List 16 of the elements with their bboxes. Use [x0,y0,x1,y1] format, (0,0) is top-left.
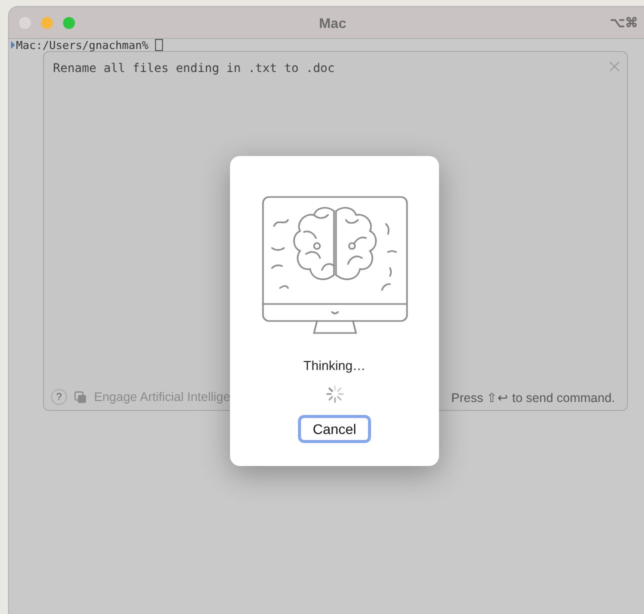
cancel-button[interactable]: Cancel [298,415,372,443]
window-shortcut: ⌥⌘ [610,15,638,30]
command-text[interactable]: Rename all files ending in .txt to .doc [53,61,335,75]
minimize-window-button[interactable] [41,16,53,28]
send-hint: Press ⇧↩ to send command. [451,390,615,404]
window-title: Mac [319,14,346,30]
ai-toggle-icon[interactable] [74,390,87,404]
close-icon[interactable] [609,61,620,72]
help-button[interactable]: ? [51,389,67,405]
text-cursor [155,39,164,51]
engage-ai-label: Engage Artificial Intellige [94,390,230,404]
prompt-mark-icon [11,41,15,49]
thinking-label: Thinking… [303,358,366,373]
zoom-window-button[interactable] [63,16,75,28]
shell-prompt: Mac:/Users/gnachman% [16,38,148,52]
loading-spinner-icon [326,385,344,403]
